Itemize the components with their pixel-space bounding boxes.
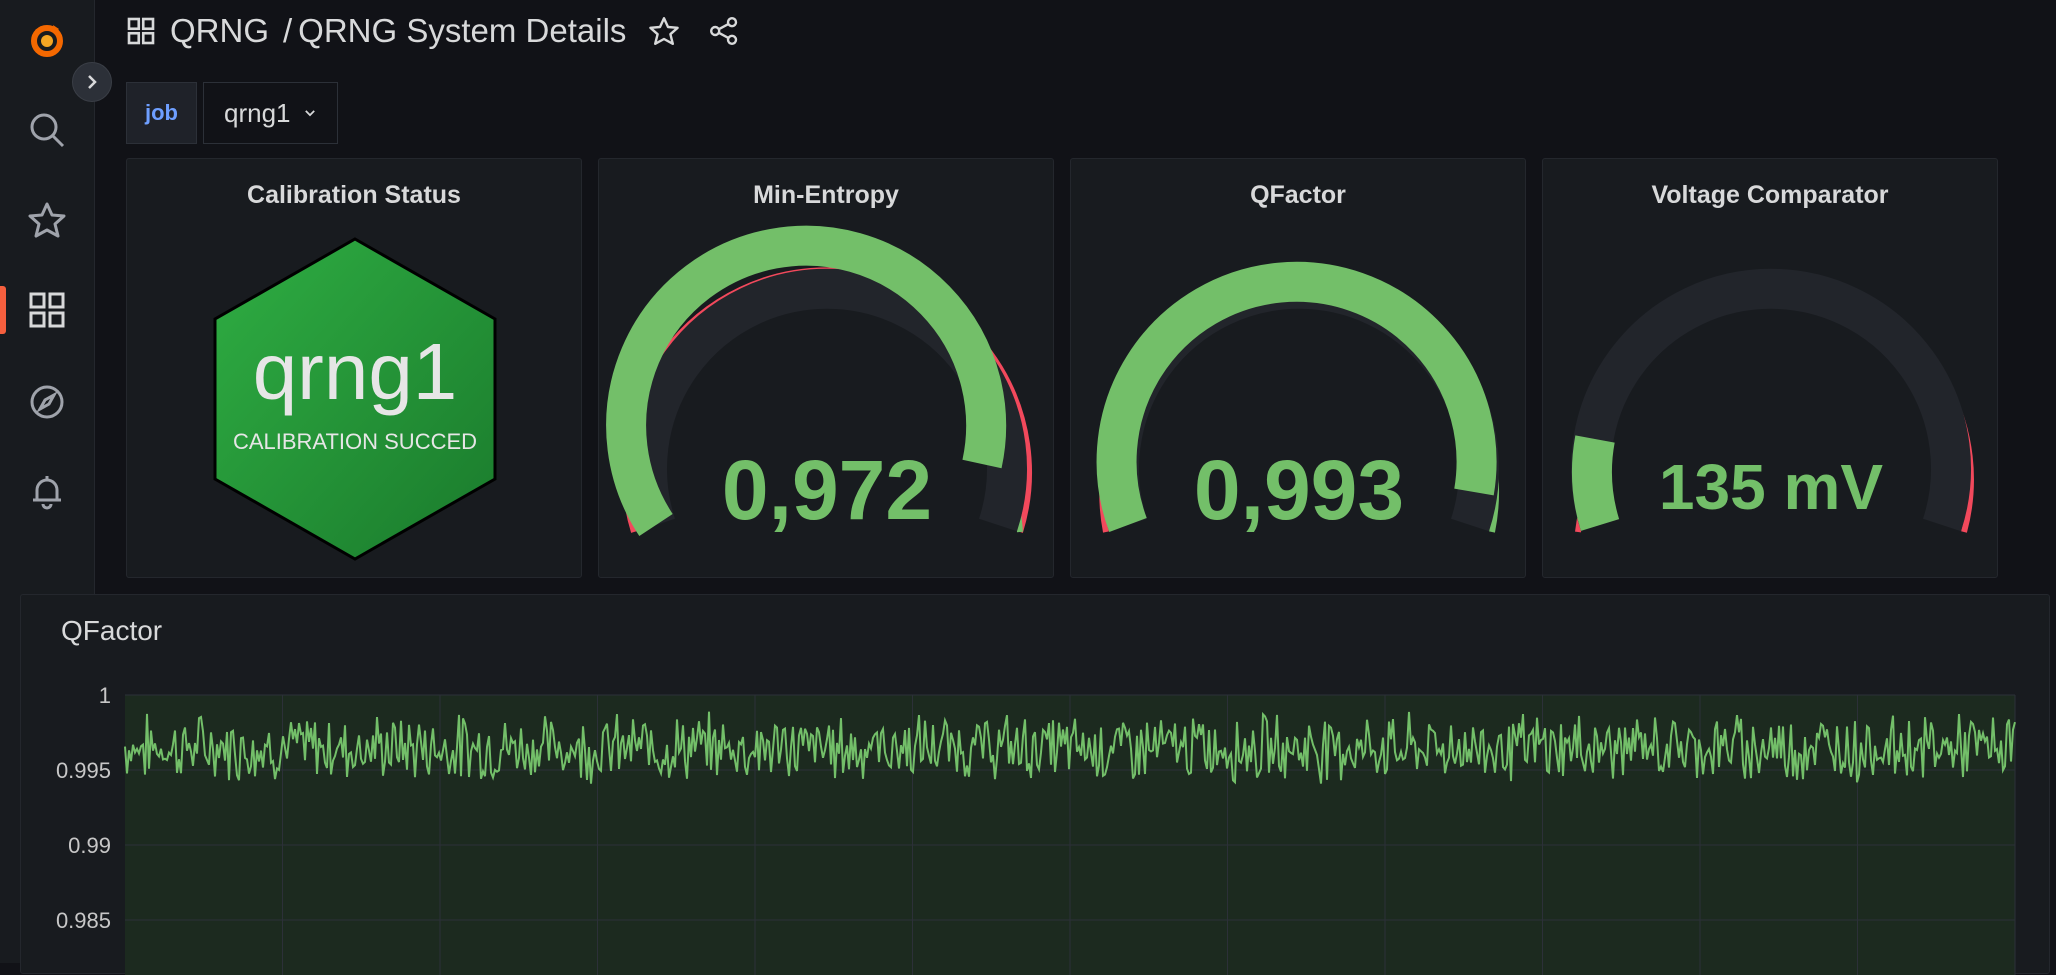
grafana-logo-icon[interactable]	[0, 10, 94, 70]
calibration-status-panel[interactable]: Calibration Status qrng1 CALIBRATION SUC…	[126, 158, 582, 578]
y-tick-label: 0.99	[68, 833, 111, 858]
breadcrumb-folder[interactable]: QRNG	[170, 12, 269, 50]
variable-value: qrng1	[224, 97, 291, 128]
star-icon[interactable]	[0, 190, 94, 250]
qfactor-chart: 10.9950.990.9850.98	[56, 683, 2016, 975]
search-icon[interactable]	[0, 100, 94, 160]
gauge-value: 0,993	[1194, 443, 1404, 537]
explore-icon[interactable]	[0, 372, 94, 432]
alerting-icon[interactable]	[0, 462, 94, 522]
chevron-down-icon	[304, 110, 315, 117]
status-text: CALIBRATION SUCCED	[233, 429, 477, 454]
page-title: QRNG System Details	[298, 12, 627, 49]
status-hexagon: qrng1 CALIBRATION SUCCED	[213, 237, 497, 561]
min-entropy-gauge: 0,972	[606, 225, 1032, 537]
qfactor-gauge: 0,993	[1096, 261, 1499, 537]
y-tick-label: 0.995	[56, 758, 111, 783]
gauge-value: 135 mV	[1659, 451, 1883, 523]
variable-label: job	[126, 82, 197, 144]
star-icon[interactable]	[648, 15, 680, 47]
y-tick-label: 0.985	[56, 908, 111, 933]
dashboards-icon	[127, 17, 155, 45]
share-icon[interactable]	[708, 15, 740, 47]
breadcrumb: QRNG / QRNG System Details	[126, 6, 740, 56]
chevron-right-icon	[88, 75, 97, 89]
qfactor-timeseries-panel[interactable]: QFactor 10.9950.990.9850.98	[20, 594, 2050, 975]
voltage-comparator-panel[interactable]: Voltage Comparator 135 mV	[1542, 158, 1998, 578]
voltage-gauge: 135 mV	[1571, 268, 1974, 533]
qfactor-gauge-panel[interactable]: QFactor 0,993	[1070, 158, 1526, 578]
expand-sidebar-button[interactable]	[72, 62, 112, 102]
min-entropy-panel[interactable]: Min-Entropy 0,972	[598, 158, 1054, 578]
job-variable-select[interactable]: qrng1	[203, 82, 338, 144]
gauge-value: 0,972	[722, 443, 932, 537]
breadcrumb-separator: /	[283, 12, 293, 49]
y-tick-label: 1	[99, 683, 111, 708]
status-value: qrng1	[253, 327, 458, 416]
dashboards-icon[interactable]	[0, 280, 94, 340]
variable-bar: job qrng1	[126, 82, 338, 144]
